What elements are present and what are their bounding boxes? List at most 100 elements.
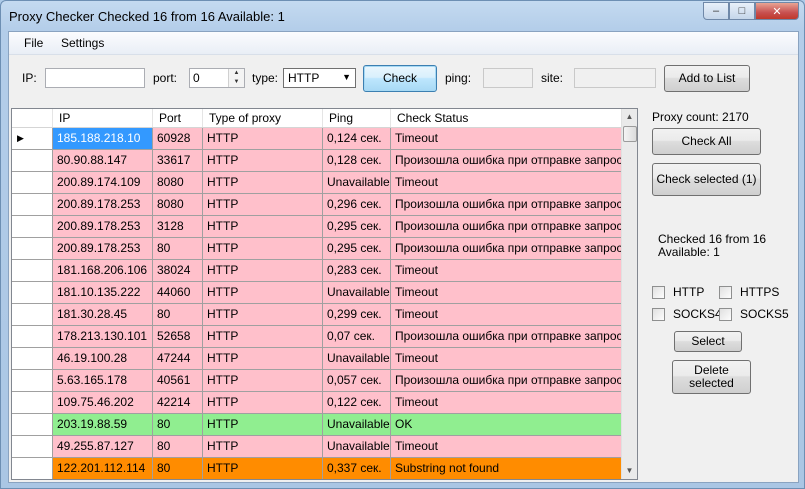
cell-port[interactable]: 42214 — [153, 392, 203, 414]
cell-ip[interactable]: 80.90.88.147 — [53, 150, 153, 172]
close-button[interactable]: ✕ — [755, 2, 799, 20]
cell-ping[interactable]: 0,128 сек. — [323, 150, 391, 172]
cell-port[interactable]: 8080 — [153, 194, 203, 216]
cell-port[interactable]: 3128 — [153, 216, 203, 238]
cell-status[interactable]: Substring not found — [391, 458, 622, 479]
cell-ip[interactable]: 203.19.88.59 — [53, 414, 153, 436]
check-selected-button[interactable]: Check selected (1) — [652, 163, 761, 196]
table-row[interactable]: 181.168.206.106 38024 HTTP 0,283 сек. Timeou… — [12, 260, 622, 282]
row-header[interactable] — [12, 282, 53, 304]
cell-ip[interactable]: 122.201.112.114 — [53, 458, 153, 479]
cell-status[interactable]: Timeout — [391, 172, 622, 194]
table-row[interactable]: 200.89.178.253 80 HTTP 0,295 сек. Произошла … — [12, 238, 622, 260]
cell-ip[interactable]: 178.213.130.101 — [53, 326, 153, 348]
row-header[interactable] — [12, 194, 53, 216]
cell-type[interactable]: HTTP — [203, 392, 323, 414]
cell-status[interactable]: Произошла ошибка при отправке запроса.H — [391, 194, 622, 216]
cell-status[interactable]: Timeout — [391, 128, 622, 150]
spin-up-icon[interactable]: ▲ — [229, 69, 244, 78]
row-header[interactable] — [12, 370, 53, 392]
cell-ip[interactable]: 49.255.87.127 — [53, 436, 153, 458]
row-header[interactable] — [12, 414, 53, 436]
table-row[interactable]: ▶ 185.188.218.10 60928 HTTP 0,124 сек. Timeou… — [12, 128, 622, 150]
cell-ip[interactable]: 200.89.178.253 — [53, 194, 153, 216]
cell-port[interactable]: 40561 — [153, 370, 203, 392]
cell-ping[interactable]: 0,296 сек. — [323, 194, 391, 216]
socks5-checkbox[interactable]: SOCKS5 — [719, 307, 789, 321]
table-row[interactable]: 49.255.87.127 80 HTTP Unavailable Timeout — [12, 436, 622, 458]
cell-ping[interactable]: 0,283 сек. — [323, 260, 391, 282]
cell-port[interactable]: 33617 — [153, 150, 203, 172]
cell-port[interactable]: 47244 — [153, 348, 203, 370]
cell-port[interactable]: 44060 — [153, 282, 203, 304]
cell-status[interactable]: Timeout — [391, 392, 622, 414]
menu-file[interactable]: File — [24, 36, 43, 50]
cell-port[interactable]: 8080 — [153, 172, 203, 194]
checkbox-box[interactable] — [652, 285, 665, 299]
cell-ip[interactable]: 46.19.100.28 — [53, 348, 153, 370]
socks4-checkbox[interactable]: SOCKS4 — [652, 307, 722, 321]
cell-status[interactable]: Timeout — [391, 260, 622, 282]
proxy-grid[interactable]: IP Port Type of proxy Ping Check Status … — [11, 108, 638, 480]
port-stepper[interactable]: 0 ▲ ▼ — [189, 68, 245, 88]
cell-ping[interactable]: 0,295 сек. — [323, 216, 391, 238]
cell-ping[interactable]: Unavailable — [323, 414, 391, 436]
cell-ip[interactable]: 181.10.135.222 — [53, 282, 153, 304]
column-header-ping[interactable]: Ping — [323, 109, 391, 127]
cell-ping[interactable]: 0,07 сек. — [323, 326, 391, 348]
port-spin-buttons[interactable]: ▲ ▼ — [228, 69, 244, 87]
table-row[interactable]: 178.213.130.101 52658 HTTP 0,07 сек. Произош… — [12, 326, 622, 348]
ip-input[interactable] — [45, 68, 145, 88]
checkbox-box[interactable] — [719, 285, 732, 299]
row-header[interactable] — [12, 436, 53, 458]
cell-ping[interactable]: Unavailable — [323, 348, 391, 370]
scroll-down-icon[interactable]: ▼ — [622, 463, 637, 479]
column-header-type[interactable]: Type of proxy — [203, 109, 323, 127]
http-checkbox[interactable]: HTTP — [652, 285, 704, 299]
row-header[interactable] — [12, 348, 53, 370]
cell-ip[interactable]: 200.89.174.109 — [53, 172, 153, 194]
row-header[interactable] — [12, 150, 53, 172]
cell-type[interactable]: HTTP — [203, 282, 323, 304]
table-row[interactable]: 203.19.88.59 80 HTTP Unavailable OK — [12, 414, 622, 436]
cell-ping[interactable]: 0,337 сек. — [323, 458, 391, 479]
row-header[interactable] — [12, 172, 53, 194]
cell-port[interactable]: 80 — [153, 458, 203, 479]
cell-status[interactable]: Произошла ошибка при отправке запроса.H — [391, 238, 622, 260]
column-header-status[interactable]: Check Status — [391, 109, 622, 127]
cell-ping[interactable]: 0,122 сек. — [323, 392, 391, 414]
delete-selected-button[interactable]: Delete selected — [672, 360, 751, 394]
row-header[interactable] — [12, 458, 53, 479]
cell-type[interactable]: HTTP — [203, 238, 323, 260]
cell-ip[interactable]: 109.75.46.202 — [53, 392, 153, 414]
cell-port[interactable]: 38024 — [153, 260, 203, 282]
row-header[interactable] — [12, 392, 53, 414]
row-header[interactable] — [12, 238, 53, 260]
cell-ping[interactable]: 0,295 сек. — [323, 238, 391, 260]
cell-type[interactable]: HTTP — [203, 194, 323, 216]
cell-ip[interactable]: 200.89.178.253 — [53, 216, 153, 238]
table-row[interactable]: 122.201.112.114 80 HTTP 0,337 сек. Substring… — [12, 458, 622, 479]
column-header-ip[interactable]: IP — [53, 109, 153, 127]
row-header[interactable] — [12, 304, 53, 326]
title-bar[interactable]: Proxy Checker Checked 16 from 16 Availab… — [1, 1, 804, 31]
cell-type[interactable]: HTTP — [203, 370, 323, 392]
maximize-button[interactable]: □ — [729, 2, 755, 20]
cell-port[interactable]: 80 — [153, 304, 203, 326]
scroll-thumb[interactable] — [623, 126, 637, 142]
cell-ping[interactable]: Unavailable — [323, 282, 391, 304]
row-header[interactable] — [12, 216, 53, 238]
cell-ip[interactable]: 5.63.165.178 — [53, 370, 153, 392]
cell-port[interactable]: 60928 — [153, 128, 203, 150]
checkbox-box[interactable] — [719, 307, 732, 321]
cell-status[interactable]: Timeout — [391, 304, 622, 326]
cell-type[interactable]: HTTP — [203, 414, 323, 436]
cell-ip[interactable]: 181.30.28.45 — [53, 304, 153, 326]
cell-status[interactable]: Произошла ошибка при отправке запроса.H — [391, 326, 622, 348]
cell-ip[interactable]: 200.89.178.253 — [53, 238, 153, 260]
cell-ping[interactable]: Unavailable — [323, 172, 391, 194]
cell-ping[interactable]: Unavailable — [323, 436, 391, 458]
type-select[interactable]: HTTP ▼ — [283, 68, 356, 88]
cell-status[interactable]: Timeout — [391, 282, 622, 304]
cell-type[interactable]: HTTP — [203, 458, 323, 479]
